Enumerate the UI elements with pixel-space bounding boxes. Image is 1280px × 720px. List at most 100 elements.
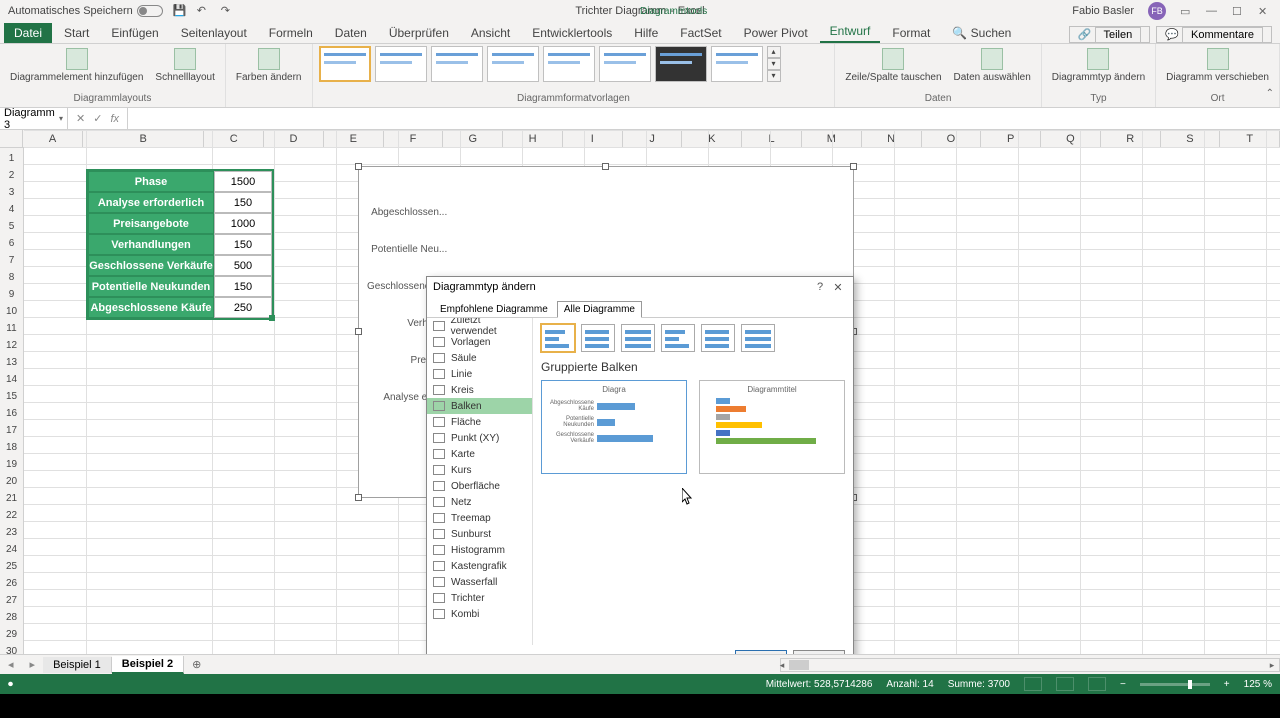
cell[interactable]: Analyse erforderlich (88, 192, 214, 213)
cell[interactable]: Abgeschlossene Käufe (88, 297, 214, 318)
scroll-left-icon[interactable]: ◂ (775, 659, 789, 671)
close-icon[interactable]: ✕ (1258, 5, 1270, 17)
tab-review[interactable]: Überprüfen (379, 23, 459, 43)
subtype-clustered-bar[interactable] (541, 324, 575, 352)
chart-styles-gallery[interactable]: ▴▾▾ (319, 46, 829, 93)
selection-handle[interactable] (269, 315, 275, 321)
style-thumb[interactable] (487, 46, 539, 82)
resize-handle[interactable] (355, 328, 362, 335)
tab-powerpivot[interactable]: Power Pivot (734, 23, 818, 43)
chart-category-item[interactable]: Kurs (427, 462, 532, 478)
chart-category-item[interactable]: Zuletzt verwendet (427, 318, 532, 334)
cell[interactable]: Potentielle Neukunden (88, 276, 214, 297)
subtype-3d-clustered-bar[interactable] (661, 324, 695, 352)
close-dialog-icon[interactable]: ✕ (829, 281, 847, 294)
select-data-button[interactable]: Daten auswählen (950, 46, 1035, 85)
resize-handle[interactable] (355, 494, 362, 501)
tab-all-charts[interactable]: Alle Diagramme (557, 301, 642, 318)
sheet-tab[interactable]: Beispiel 2 (112, 656, 184, 674)
tab-developer[interactable]: Entwicklertools (522, 23, 622, 43)
user-name[interactable]: Fabio Basler (1072, 5, 1134, 17)
share-button[interactable]: 🔗 Teilen (1069, 26, 1151, 43)
zoom-level[interactable]: 125 % (1244, 679, 1272, 690)
tab-file[interactable]: Datei (4, 23, 52, 43)
chart-category-item[interactable]: Kombi (427, 606, 532, 622)
tab-search[interactable]: 🔍 Suchen (942, 23, 1021, 43)
style-thumb[interactable] (711, 46, 763, 82)
gallery-more-button[interactable]: ▴▾▾ (767, 46, 781, 82)
cancel-button[interactable]: Abbrechen (793, 650, 845, 654)
record-macro-icon[interactable]: ⏺ (8, 679, 13, 690)
ok-button[interactable]: OK (735, 650, 787, 654)
cell[interactable]: 1500 (214, 171, 272, 192)
chart-category-item[interactable]: Trichter (427, 590, 532, 606)
name-box[interactable]: Diagramm 3▾ (0, 107, 68, 131)
data-table-selection[interactable]: Phase1500 Analyse erforderlich150 Preisa… (86, 169, 274, 320)
chart-category-item[interactable]: Wasserfall (427, 574, 532, 590)
save-icon[interactable]: 💾 (173, 4, 187, 18)
maximize-icon[interactable]: ☐ (1232, 5, 1244, 17)
style-thumb[interactable] (543, 46, 595, 82)
comments-button[interactable]: 💬 Kommentare (1156, 26, 1272, 43)
quick-layout-button[interactable]: Schnelllayout (151, 46, 218, 85)
change-chart-type-button[interactable]: Diagrammtyp ändern (1048, 46, 1149, 85)
style-thumb[interactable] (375, 46, 427, 82)
chart-category-item[interactable]: Sunburst (427, 526, 532, 542)
cell[interactable]: Preisangebote (88, 213, 214, 234)
worksheet-grid[interactable]: A B C D E F G H I J K L M N O P Q R S T … (0, 130, 1280, 654)
toggle-switch-icon[interactable] (137, 5, 163, 17)
chart-category-item[interactable]: Karte (427, 446, 532, 462)
fx-icon[interactable]: fx (110, 113, 119, 125)
chart-category-item[interactable]: Oberfläche (427, 478, 532, 494)
chart-category-item[interactable]: Balken (427, 398, 532, 414)
chart-category-item[interactable]: Kastengrafik (427, 558, 532, 574)
chart-preview-1[interactable]: Diagra Abgeschlossene Käufe Potentielle … (541, 380, 687, 474)
row-header[interactable]: 30 (0, 641, 24, 654)
collapse-ribbon-icon[interactable]: ⌃ (1266, 88, 1274, 99)
chart-category-item[interactable]: Treemap (427, 510, 532, 526)
move-chart-button[interactable]: Diagramm verschieben (1162, 46, 1273, 85)
chart-category-item[interactable]: Punkt (XY) (427, 430, 532, 446)
chart-category-item[interactable]: Netz (427, 494, 532, 510)
add-chart-element-button[interactable]: Diagrammelement hinzufügen (6, 46, 147, 85)
tab-design[interactable]: Entwurf (820, 21, 881, 43)
tab-recommended-charts[interactable]: Empfohlene Diagramme (433, 301, 555, 318)
tab-data[interactable]: Daten (325, 23, 377, 43)
cancel-formula-icon[interactable]: ✕ (76, 112, 85, 125)
tab-formulas[interactable]: Formeln (259, 23, 323, 43)
zoom-in-icon[interactable]: + (1224, 679, 1230, 690)
cell[interactable]: 150 (214, 234, 272, 255)
enter-formula-icon[interactable]: ✓ (93, 112, 102, 125)
change-colors-button[interactable]: Farben ändern (232, 46, 306, 85)
view-page-layout-icon[interactable] (1056, 677, 1074, 691)
chart-category-item[interactable]: Kreis (427, 382, 532, 398)
user-avatar[interactable]: FB (1148, 2, 1166, 20)
tab-format[interactable]: Format (882, 23, 940, 43)
cell[interactable]: Geschlossene Verkäufe (88, 255, 214, 276)
view-normal-icon[interactable] (1024, 677, 1042, 691)
chart-category-item[interactable]: Fläche (427, 414, 532, 430)
style-thumb[interactable] (431, 46, 483, 82)
style-thumb[interactable] (599, 46, 651, 82)
resize-handle[interactable] (602, 163, 609, 170)
tab-insert[interactable]: Einfügen (101, 23, 168, 43)
cell[interactable]: 250 (214, 297, 272, 318)
chart-preview-2[interactable]: Diagrammtitel (699, 380, 845, 474)
chart-category-item[interactable]: Linie (427, 366, 532, 382)
redo-icon[interactable]: ↷ (221, 4, 235, 18)
tab-pagelayout[interactable]: Seitenlayout (171, 23, 257, 43)
tab-help[interactable]: Hilfe (624, 23, 668, 43)
cell[interactable]: 1000 (214, 213, 272, 234)
sheet-nav-next-icon[interactable]: ▸ (22, 658, 44, 671)
switch-row-col-button[interactable]: Zeile/Spalte tauschen (841, 46, 945, 85)
scroll-right-icon[interactable]: ▸ (1265, 659, 1279, 671)
help-icon[interactable]: ? (811, 281, 829, 293)
autosave-toggle[interactable]: Automatisches Speichern (8, 5, 163, 17)
resize-handle[interactable] (355, 163, 362, 170)
select-all-corner[interactable] (0, 130, 23, 148)
horizontal-scrollbar[interactable]: ◂ ▸ (780, 658, 1280, 672)
tab-view[interactable]: Ansicht (461, 23, 520, 43)
add-sheet-icon[interactable]: ⊕ (184, 658, 209, 671)
cell[interactable]: 150 (214, 192, 272, 213)
tab-start[interactable]: Start (54, 23, 99, 43)
